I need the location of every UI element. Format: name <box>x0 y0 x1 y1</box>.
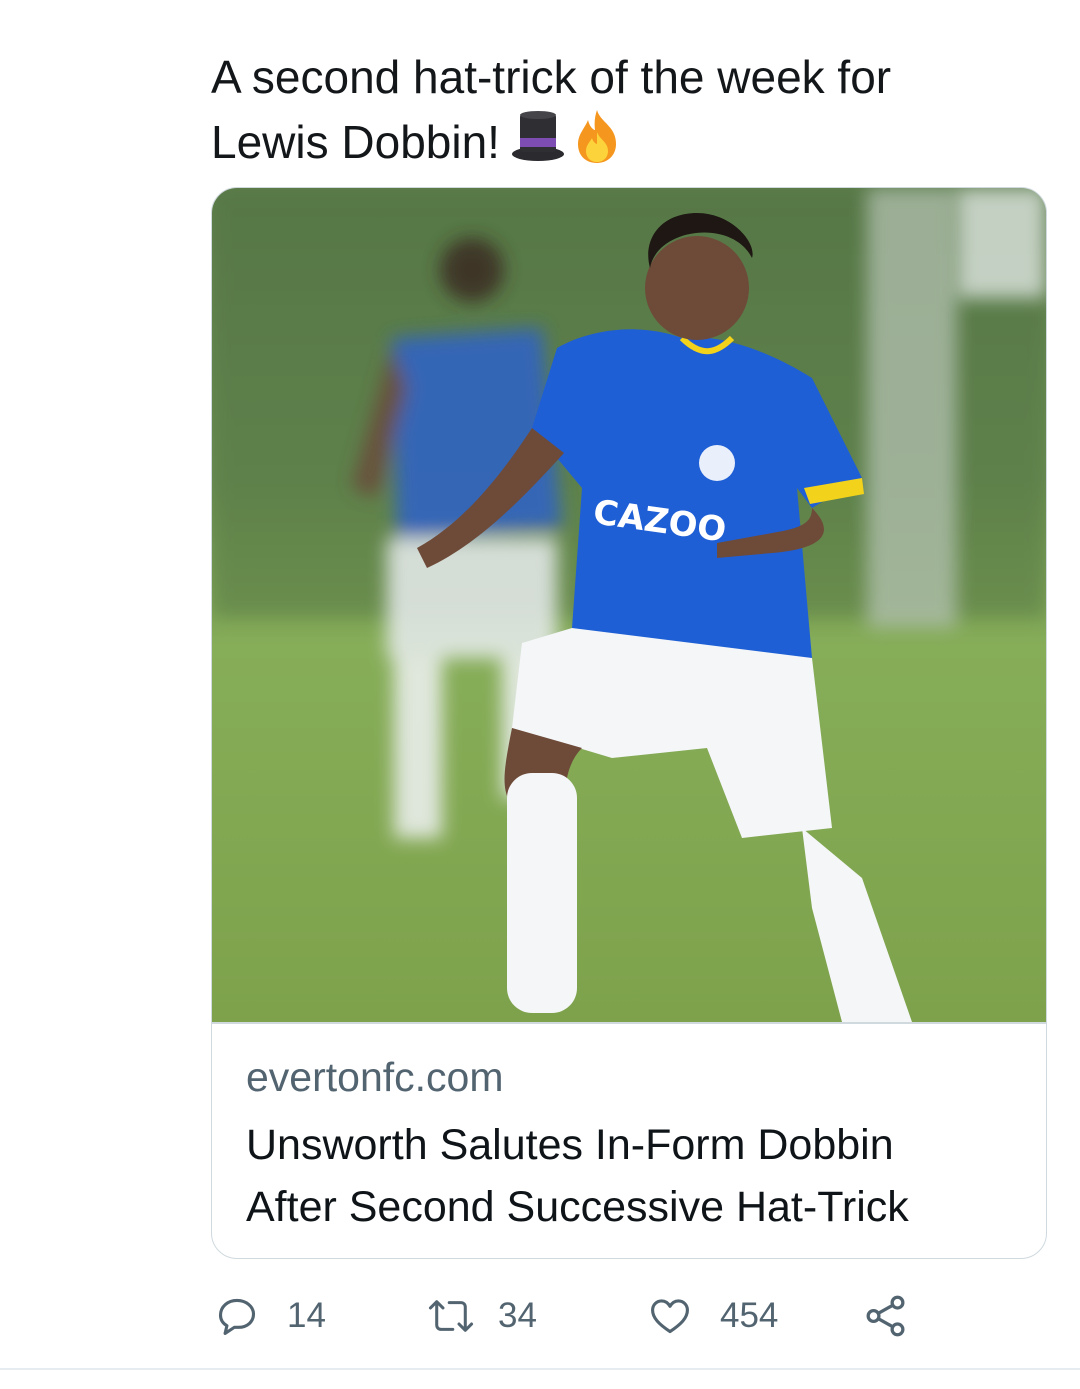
card-title-line-1: Unsworth Salutes In-Form Dobbin <box>246 1121 894 1169</box>
reply-button[interactable]: 14 <box>215 1290 326 1342</box>
like-button[interactable]: 454 <box>648 1290 778 1342</box>
tweet-text-line-2-text: Lewis Dobbin! <box>211 116 500 168</box>
card-image[interactable]: CAZOO <box>212 188 1046 1022</box>
card-divider <box>212 1022 1046 1024</box>
retweet-button[interactable]: 34 <box>426 1290 537 1342</box>
card-title[interactable]: Unsworth Salutes In-Form Dobbin After Se… <box>246 1114 1026 1238</box>
tweet-text-line-2: Lewis Dobbin! <box>211 108 1011 179</box>
top-hat-emoji <box>510 110 566 179</box>
reply-icon <box>218 1298 256 1335</box>
card-domain[interactable]: evertonfc.com <box>246 1054 504 1101</box>
share-icon <box>866 1295 905 1337</box>
tweet-text: A second hat-trick of the week for Lewis… <box>211 46 1011 179</box>
tweet-actions: 14 34 454 <box>0 1290 1080 1342</box>
tweet-text-line-1: A second hat-trick of the week for <box>211 51 892 103</box>
fire-emoji <box>570 108 624 179</box>
bottom-divider <box>0 1368 1080 1370</box>
share-button[interactable] <box>863 1290 909 1342</box>
reply-count: 14 <box>287 1296 326 1335</box>
retweet-icon <box>428 1300 474 1332</box>
like-count: 454 <box>720 1296 779 1335</box>
link-preview-card[interactable]: CAZOO evertonfc.com Unsworth Salutes In-… <box>211 187 1047 1259</box>
retweet-count: 34 <box>498 1296 537 1335</box>
heart-icon <box>651 1299 689 1334</box>
card-title-line-2: After Second Successive Hat-Trick <box>246 1183 909 1231</box>
